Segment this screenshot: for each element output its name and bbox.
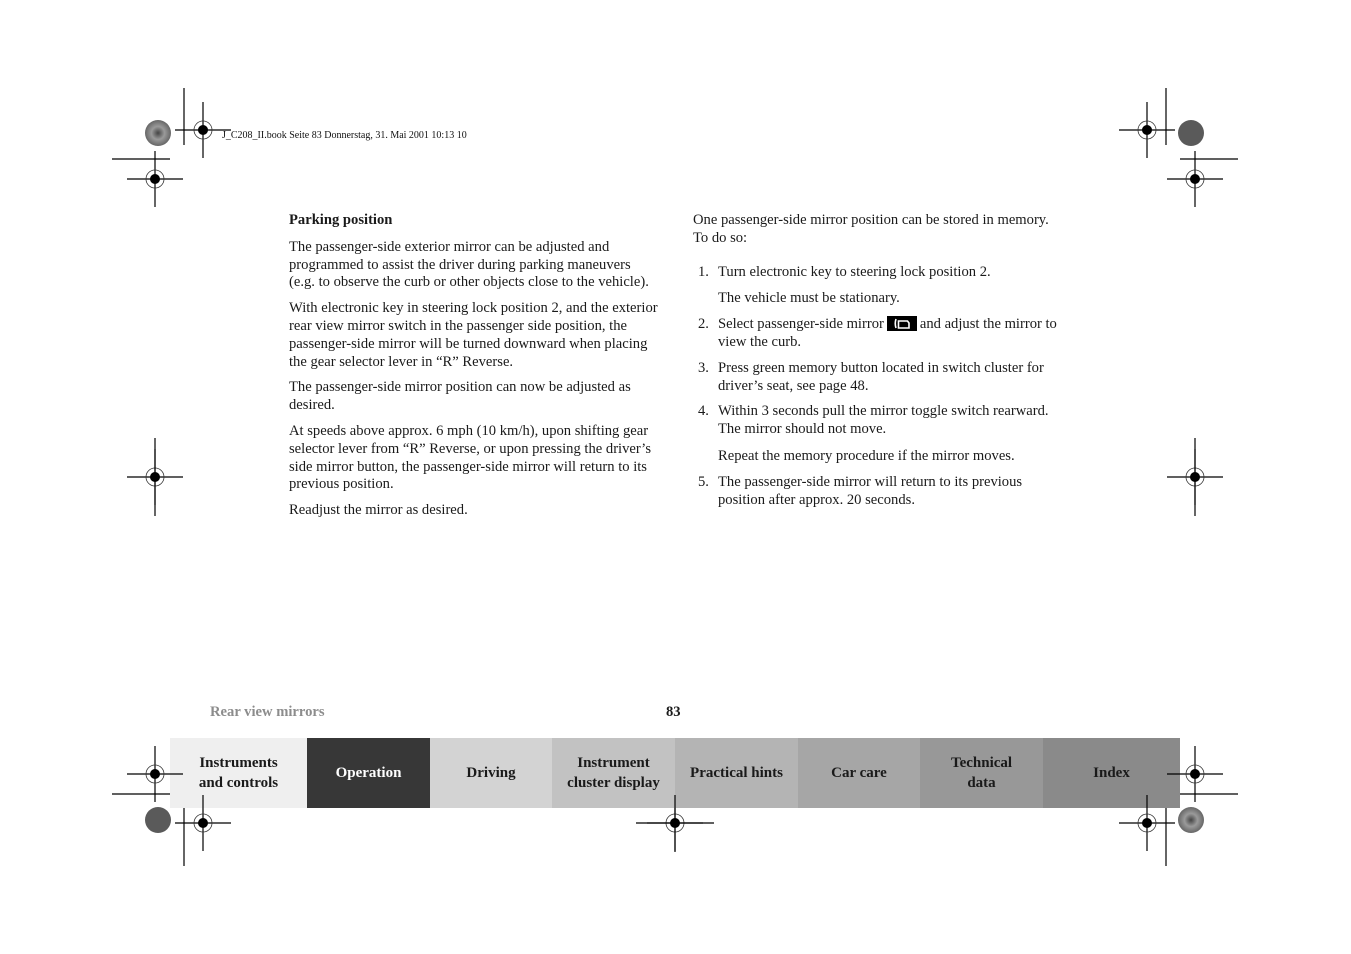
color-calibration-mark xyxy=(145,807,171,833)
color-calibration-mark xyxy=(1178,807,1204,833)
color-calibration-mark xyxy=(1178,120,1204,146)
color-calibration-mark xyxy=(145,120,171,146)
printer-marks xyxy=(112,88,1238,866)
